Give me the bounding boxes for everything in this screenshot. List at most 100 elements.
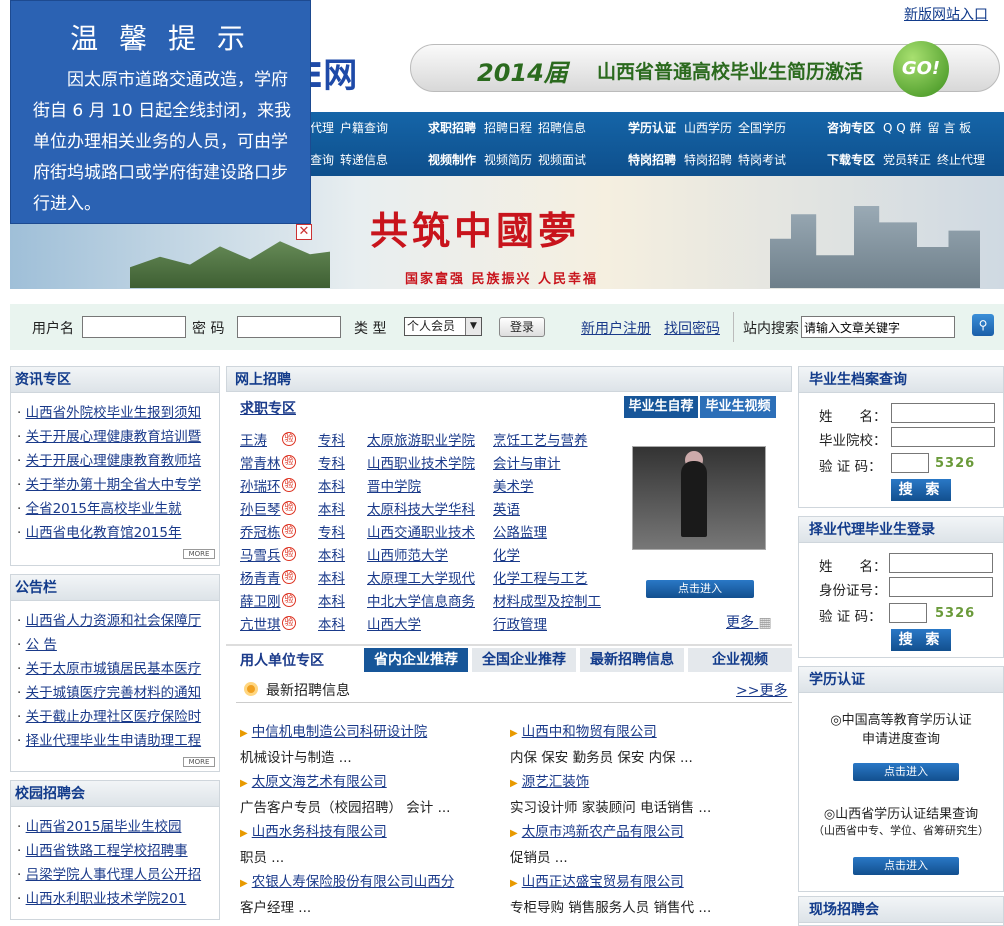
nav-link[interactable]: Q Q 群	[883, 121, 922, 135]
tab-local-companies[interactable]: 省内企业推荐	[364, 648, 468, 672]
nav-link[interactable]: 视频面试	[538, 153, 586, 167]
nav-link[interactable]: 转递信息	[340, 153, 388, 167]
seeker-major[interactable]: 烹饪工艺与营养	[493, 430, 588, 453]
notice-item[interactable]: 山西省人力资源和社会保障厅	[17, 609, 219, 633]
seeker-degree[interactable]: 专科	[318, 522, 345, 545]
site-search-input[interactable]	[801, 316, 955, 338]
seeker-school[interactable]: 山西交通职业技术	[367, 522, 475, 545]
seeker-name[interactable]: 薛卫刚	[240, 591, 281, 614]
seeker-school[interactable]: 山西师范大学	[367, 545, 448, 568]
degree-link-national[interactable]: ◎中国高等教育学历认证 申请进度查询	[799, 709, 1003, 747]
seeker-degree[interactable]: 本科	[318, 568, 345, 591]
nav-link[interactable]: 代理	[310, 121, 334, 135]
nav-heading[interactable]: 学历认证	[628, 121, 676, 135]
news-item[interactable]: 关于开展心理健康教育培训暨	[17, 425, 219, 449]
nav-heading[interactable]: 咨询专区	[827, 121, 875, 135]
job-positions[interactable]: 机械设计与制造 ...	[240, 746, 352, 766]
video-enter-button[interactable]: 点击进入	[646, 580, 754, 598]
recover-password-link[interactable]: 找回密码	[664, 318, 720, 338]
seeker-name[interactable]: 常青林	[240, 453, 281, 476]
agent-code-input[interactable]	[889, 603, 927, 623]
seeker-degree[interactable]: 本科	[318, 476, 345, 499]
news-item[interactable]: 关于开展心理健康教育教师培	[17, 449, 219, 473]
nav-heading[interactable]: 特岗招聘	[628, 153, 676, 167]
close-icon[interactable]: ✕	[296, 224, 312, 240]
company-link[interactable]: ▶ 山西水务科技有限公司	[240, 820, 387, 840]
company-link[interactable]: ▶ 太原市鸿新农产品有限公司	[510, 820, 684, 840]
degree-link-shanxi[interactable]: ◎山西省学历认证结果查询 （山西省中专、学位、省筹研究生）	[799, 803, 1003, 838]
archive-search-button[interactable]: 搜 索	[891, 479, 951, 501]
agent-search-button[interactable]: 搜 索	[891, 629, 951, 651]
company-link[interactable]: ▶ 农银人寿保险股份有限公司山西分	[240, 870, 454, 890]
seeker-school[interactable]: 山西大学	[367, 614, 421, 637]
nav-heading[interactable]: 下载专区	[827, 153, 875, 167]
company-link[interactable]: ▶ 源艺汇装饰	[510, 770, 589, 790]
news-item[interactable]: 关于举办第十期全省大中专学	[17, 473, 219, 497]
company-name[interactable]: 中信机电制造公司科研设计院	[252, 724, 428, 740]
job-positions[interactable]: 职员 ...	[240, 846, 284, 866]
nav-link[interactable]: 全国学历	[738, 121, 786, 135]
notice-more-button[interactable]: MORE	[183, 757, 215, 767]
news-item[interactable]: 山西省外院校毕业生报到须知	[17, 401, 219, 425]
tab-national-companies[interactable]: 全国企业推荐	[472, 648, 576, 672]
seeker-major[interactable]: 公路监理	[493, 522, 547, 545]
degree-enter-button-2[interactable]: 点击进入	[853, 857, 959, 875]
go-button[interactable]: GO!	[893, 41, 949, 97]
password-input[interactable]	[237, 316, 341, 338]
job-positions[interactable]: 专柜导购 销售服务人员 销售代 ...	[510, 896, 711, 916]
seeker-school[interactable]: 晋中学院	[367, 476, 421, 499]
nav-link[interactable]: 招聘信息	[538, 121, 586, 135]
nav-heading[interactable]: 视频制作	[428, 153, 476, 167]
video-thumbnail[interactable]	[632, 446, 766, 550]
archive-code-input[interactable]	[891, 453, 929, 473]
nav-link[interactable]: 留 言 板	[928, 121, 972, 135]
seeker-name[interactable]: 乔冠栋	[240, 522, 281, 545]
notice-item[interactable]: 关于城镇医疗完善材料的通知	[17, 681, 219, 705]
seeker-degree[interactable]: 本科	[318, 545, 345, 568]
nav-link[interactable]: 户籍查询	[340, 121, 388, 135]
company-name[interactable]: 山西水务科技有限公司	[252, 824, 387, 840]
username-input[interactable]	[82, 316, 186, 338]
seeker-name[interactable]: 马雪兵	[240, 545, 281, 568]
nav-heading[interactable]: 求职招聘	[428, 121, 476, 135]
job-positions[interactable]: 内保 保安 勤务员 保安 内保 ...	[510, 746, 693, 766]
nav-link[interactable]: 特岗考试	[738, 153, 786, 167]
seeker-school[interactable]: 太原旅游职业学院	[367, 430, 475, 453]
tab-self-recommend[interactable]: 毕业生自荐	[624, 396, 698, 418]
nav-link[interactable]: 终止代理	[937, 153, 985, 167]
seeker-major[interactable]: 化学工程与工艺	[493, 568, 588, 591]
campus-item[interactable]: 山西省2015届毕业生校园	[17, 815, 219, 839]
company-name[interactable]: 太原市鸿新农产品有限公司	[522, 824, 684, 840]
seeker-major[interactable]: 化学	[493, 545, 520, 568]
seeker-degree[interactable]: 专科	[318, 430, 345, 453]
jobs-more-link[interactable]: >>更多	[736, 680, 787, 700]
seeker-name[interactable]: 杨青青	[240, 568, 281, 591]
notice-item[interactable]: 公 告	[17, 633, 219, 657]
nav-link[interactable]: 特岗招聘	[684, 153, 732, 167]
nav-link[interactable]: 山西学历	[684, 121, 732, 135]
seeker-major[interactable]: 材料成型及控制工	[493, 591, 601, 614]
job-positions[interactable]: 实习设计师 家装顾问 电话销售 ...	[510, 796, 711, 816]
member-type-select[interactable]: 个人会员 ▼	[404, 317, 482, 336]
archive-name-input[interactable]	[891, 403, 995, 423]
tab-company-video[interactable]: 企业视频	[688, 648, 792, 672]
degree-enter-button-1[interactable]: 点击进入	[853, 763, 959, 781]
seeker-degree[interactable]: 本科	[318, 499, 345, 522]
seeker-major[interactable]: 英语	[493, 499, 520, 522]
register-link[interactable]: 新用户注册	[581, 318, 651, 338]
company-name[interactable]: 源艺汇装饰	[522, 774, 590, 790]
campus-item[interactable]: 山西水利职业技术学院201	[17, 887, 219, 911]
job-seeker-zone[interactable]: 求职专区	[240, 398, 296, 418]
company-name[interactable]: 山西中和物贸有限公司	[522, 724, 657, 740]
seeker-name[interactable]: 亢世琪	[240, 614, 281, 637]
company-link[interactable]: ▶ 山西正达盛宝贸易有限公司	[510, 870, 684, 890]
nav-link[interactable]: 查询	[310, 153, 334, 167]
seeker-name[interactable]: 孙巨琴	[240, 499, 281, 522]
news-item[interactable]: 全省2015年高校毕业生就	[17, 497, 219, 521]
nav-link[interactable]: 招聘日程	[484, 121, 532, 135]
company-name[interactable]: 太原文海艺术有限公司	[252, 774, 387, 790]
agent-id-input[interactable]	[889, 577, 993, 597]
seeker-name[interactable]: 孙瑞环	[240, 476, 281, 499]
campus-item[interactable]: 山西省铁路工程学校招聘事	[17, 839, 219, 863]
job-positions[interactable]: 客户经理 ...	[240, 896, 311, 916]
